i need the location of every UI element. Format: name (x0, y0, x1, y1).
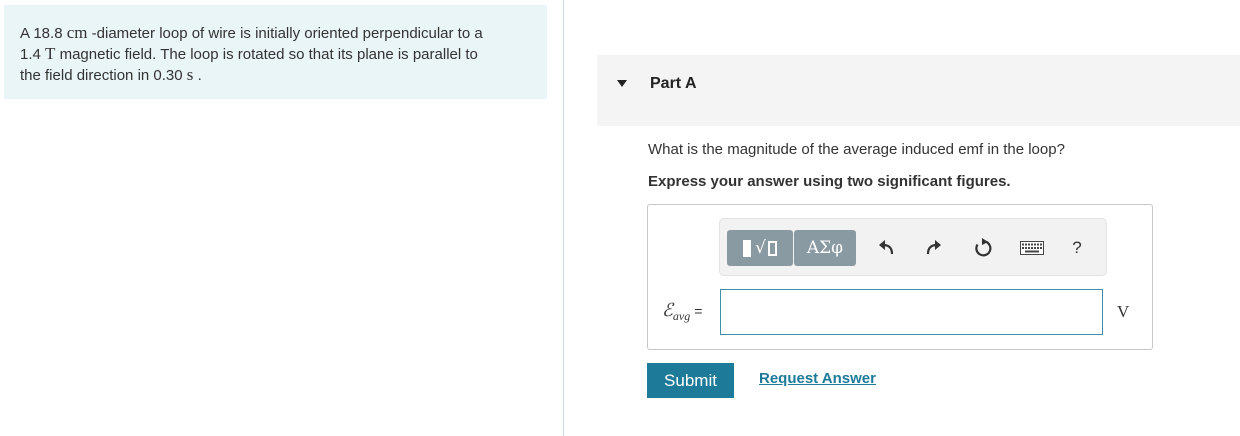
problem-line-3: the field direction in 0.30 s . (20, 65, 202, 84)
part-a-header[interactable]: Part A (597, 55, 1240, 126)
help-button[interactable]: ? (1063, 234, 1091, 262)
submit-button[interactable]: Submit (647, 363, 734, 398)
variable-label: ℰavg = (662, 300, 702, 324)
keyboard-button[interactable] (1018, 234, 1046, 262)
templates-icon: √ (743, 238, 777, 258)
column-divider (563, 0, 564, 436)
templates-button[interactable]: √ (727, 230, 793, 266)
instruction-text: Express your answer using two significan… (648, 173, 1011, 190)
unit-label: V (1117, 302, 1130, 321)
undo-icon (879, 240, 894, 255)
part-title: Part A (650, 75, 697, 92)
undo-button[interactable] (872, 234, 900, 262)
unit-cm: cm (66, 23, 88, 42)
reset-icon (975, 238, 992, 257)
emf-symbol: ℰ (662, 300, 673, 320)
emf-subscript: avg (672, 309, 691, 324)
math-toolbar: √ ΑΣφ ? (719, 218, 1107, 276)
keyboard-icon (1020, 241, 1044, 255)
collapse-triangle-icon[interactable] (617, 80, 627, 87)
request-answer-link[interactable]: Request Answer (759, 370, 876, 387)
symbols-button[interactable]: ΑΣφ (794, 230, 856, 266)
problem-line-1: A 18.8 cm -diameter loop of wire is init… (20, 23, 483, 42)
redo-button[interactable] (920, 234, 948, 262)
unit-tesla: T (45, 44, 56, 63)
question-text: What is the magnitude of the average ind… (648, 141, 1065, 158)
problem-statement: A 18.8 cm -diameter loop of wire is init… (4, 5, 547, 99)
answer-panel: √ ΑΣφ ? ℰavg = V (647, 204, 1153, 350)
equals-sign: = (694, 303, 703, 319)
redo-icon (926, 240, 941, 255)
answer-input[interactable] (720, 289, 1103, 335)
problem-line-2: 1.4 T magnetic field. The loop is rotate… (20, 44, 478, 63)
reset-button[interactable] (969, 234, 997, 262)
